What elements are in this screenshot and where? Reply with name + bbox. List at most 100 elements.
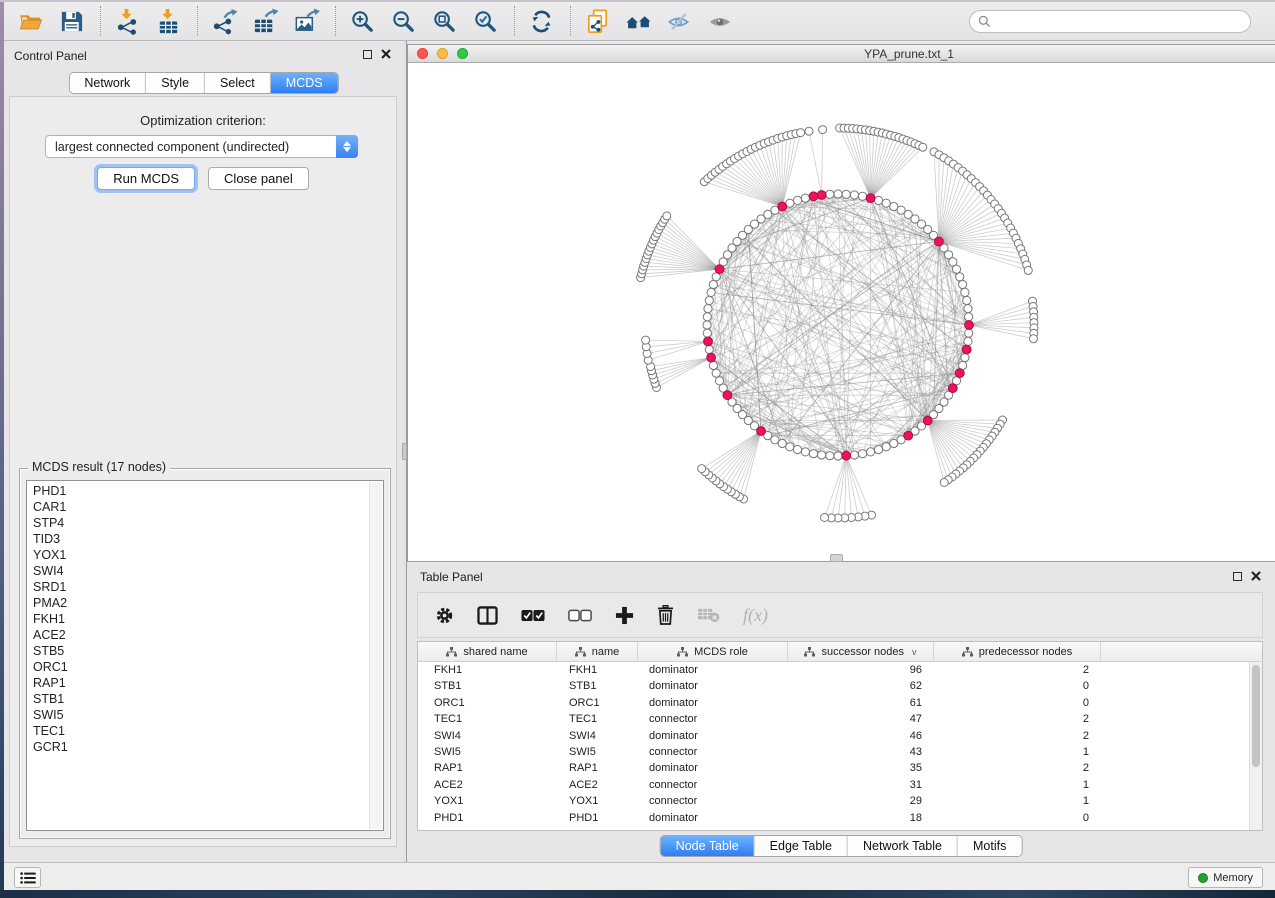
network-node[interactable]: [965, 329, 973, 337]
mcds-hub-node[interactable]: [809, 192, 818, 201]
network-node[interactable]: [963, 296, 971, 304]
mcds-hub-node[interactable]: [935, 237, 944, 246]
column-header-successor-nodes[interactable]: successor nodesv: [788, 642, 934, 661]
tab-edge-table[interactable]: Edge Table: [755, 836, 848, 856]
result-node[interactable]: SWI4: [27, 563, 383, 579]
memory-button[interactable]: Memory: [1188, 867, 1263, 888]
select-all-icon[interactable]: [521, 609, 545, 622]
network-node[interactable]: [834, 452, 842, 460]
network-window-titlebar[interactable]: YPA_prune.txt_1: [408, 45, 1275, 63]
close-panel-icon[interactable]: [1251, 571, 1261, 581]
import-network-icon[interactable]: [111, 5, 143, 37]
table-row[interactable]: ACE2ACE2connector311: [418, 777, 1262, 793]
delete-icon[interactable]: [657, 605, 674, 625]
tab-motifs[interactable]: Motifs: [958, 836, 1021, 856]
network-node[interactable]: [882, 199, 890, 207]
network-node[interactable]: [797, 129, 805, 137]
network-node[interactable]: [826, 452, 834, 460]
node-table[interactable]: shared namenameMCDS rolesuccessor nodesv…: [417, 641, 1263, 831]
import-table-icon[interactable]: [152, 5, 184, 37]
network-node[interactable]: [805, 127, 813, 135]
table-scrollbar[interactable]: [1249, 662, 1262, 830]
table-row[interactable]: SWI4SWI4dominator462: [418, 728, 1262, 744]
network-node[interactable]: [850, 451, 858, 459]
network-node[interactable]: [964, 337, 972, 345]
table-row[interactable]: ORC1ORC1dominator610: [418, 695, 1262, 711]
network-node[interactable]: [842, 190, 850, 198]
network-node[interactable]: [952, 265, 960, 273]
network-node[interactable]: [826, 190, 834, 198]
network-node[interactable]: [703, 321, 711, 329]
network-node[interactable]: [964, 305, 972, 313]
horizontal-splitter-grip[interactable]: [830, 554, 843, 562]
network-node[interactable]: [705, 296, 713, 304]
network-node[interactable]: [1024, 266, 1032, 274]
table-row[interactable]: SWI5SWI5connector431: [418, 744, 1262, 760]
run-mcds-button[interactable]: Run MCDS: [97, 167, 195, 190]
network-node[interactable]: [793, 446, 801, 454]
column-header-MCDS-role[interactable]: MCDS role: [638, 642, 788, 661]
column-header-predecessor-nodes[interactable]: predecessor nodes: [934, 642, 1101, 661]
network-node[interactable]: [707, 288, 715, 296]
mcds-hub-node[interactable]: [965, 321, 974, 330]
result-node[interactable]: STB1: [27, 691, 383, 707]
network-node[interactable]: [819, 126, 827, 134]
network-node[interactable]: [793, 196, 801, 204]
network-node[interactable]: [642, 336, 650, 344]
result-node[interactable]: FKH1: [27, 611, 383, 627]
network-node[interactable]: [663, 212, 671, 220]
export-table-icon[interactable]: [249, 5, 281, 37]
result-node[interactable]: CAR1: [27, 499, 383, 515]
show-all-icon[interactable]: [704, 5, 736, 37]
network-node[interactable]: [703, 313, 711, 321]
network-node[interactable]: [818, 451, 826, 459]
tab-node-table[interactable]: Node Table: [661, 836, 755, 856]
result-node[interactable]: YOX1: [27, 547, 383, 563]
traffic-light-minimize[interactable]: [437, 48, 448, 59]
export-network-icon[interactable]: [208, 5, 240, 37]
network-node[interactable]: [1030, 335, 1038, 343]
task-history-button[interactable]: [14, 867, 41, 888]
network-node[interactable]: [959, 280, 967, 288]
network-node[interactable]: [956, 273, 964, 281]
result-node[interactable]: ORC1: [27, 659, 383, 675]
column-header-name[interactable]: name: [557, 642, 638, 661]
table-row[interactable]: RAP1RAP1dominator352: [418, 760, 1262, 776]
table-row[interactable]: FKH1FKH1dominator962: [418, 662, 1262, 678]
close-panel-icon[interactable]: [381, 49, 391, 59]
network-canvas[interactable]: [408, 63, 1275, 560]
result-node[interactable]: ACE2: [27, 627, 383, 643]
network-graph[interactable]: [408, 63, 1275, 560]
result-node[interactable]: TID3: [27, 531, 383, 547]
columns-icon[interactable]: [477, 606, 498, 625]
result-node[interactable]: SWI5: [27, 707, 383, 723]
refresh-icon[interactable]: [525, 5, 557, 37]
traffic-light-close[interactable]: [417, 48, 428, 59]
network-node[interactable]: [801, 448, 809, 456]
network-node[interactable]: [705, 345, 713, 353]
result-node[interactable]: GCR1: [27, 739, 383, 755]
result-node[interactable]: STB5: [27, 643, 383, 659]
result-node[interactable]: PMA2: [27, 595, 383, 611]
add-column-icon[interactable]: [615, 606, 634, 625]
table-row[interactable]: TEC1TEC1connector472: [418, 711, 1262, 727]
mcds-hub-node[interactable]: [955, 369, 964, 378]
mcds-hub-node[interactable]: [704, 337, 713, 346]
float-panel-icon[interactable]: [1233, 572, 1242, 581]
network-node[interactable]: [890, 439, 898, 447]
network-node[interactable]: [704, 305, 712, 313]
table-scrollbar-thumb[interactable]: [1252, 665, 1260, 767]
open-session-icon[interactable]: [14, 5, 46, 37]
network-node[interactable]: [786, 443, 794, 451]
network-node[interactable]: [834, 190, 842, 198]
zoom-in-icon[interactable]: [346, 5, 378, 37]
tab-select[interactable]: Select: [205, 73, 271, 93]
result-list-scrollbar[interactable]: [369, 482, 382, 829]
mcds-hub-node[interactable]: [962, 345, 971, 354]
tab-network[interactable]: Network: [69, 73, 146, 93]
result-node[interactable]: PHD1: [27, 483, 383, 499]
network-node[interactable]: [809, 450, 817, 458]
gear-icon[interactable]: [435, 606, 454, 625]
tab-mcds[interactable]: MCDS: [271, 73, 338, 93]
traffic-light-zoom[interactable]: [457, 48, 468, 59]
